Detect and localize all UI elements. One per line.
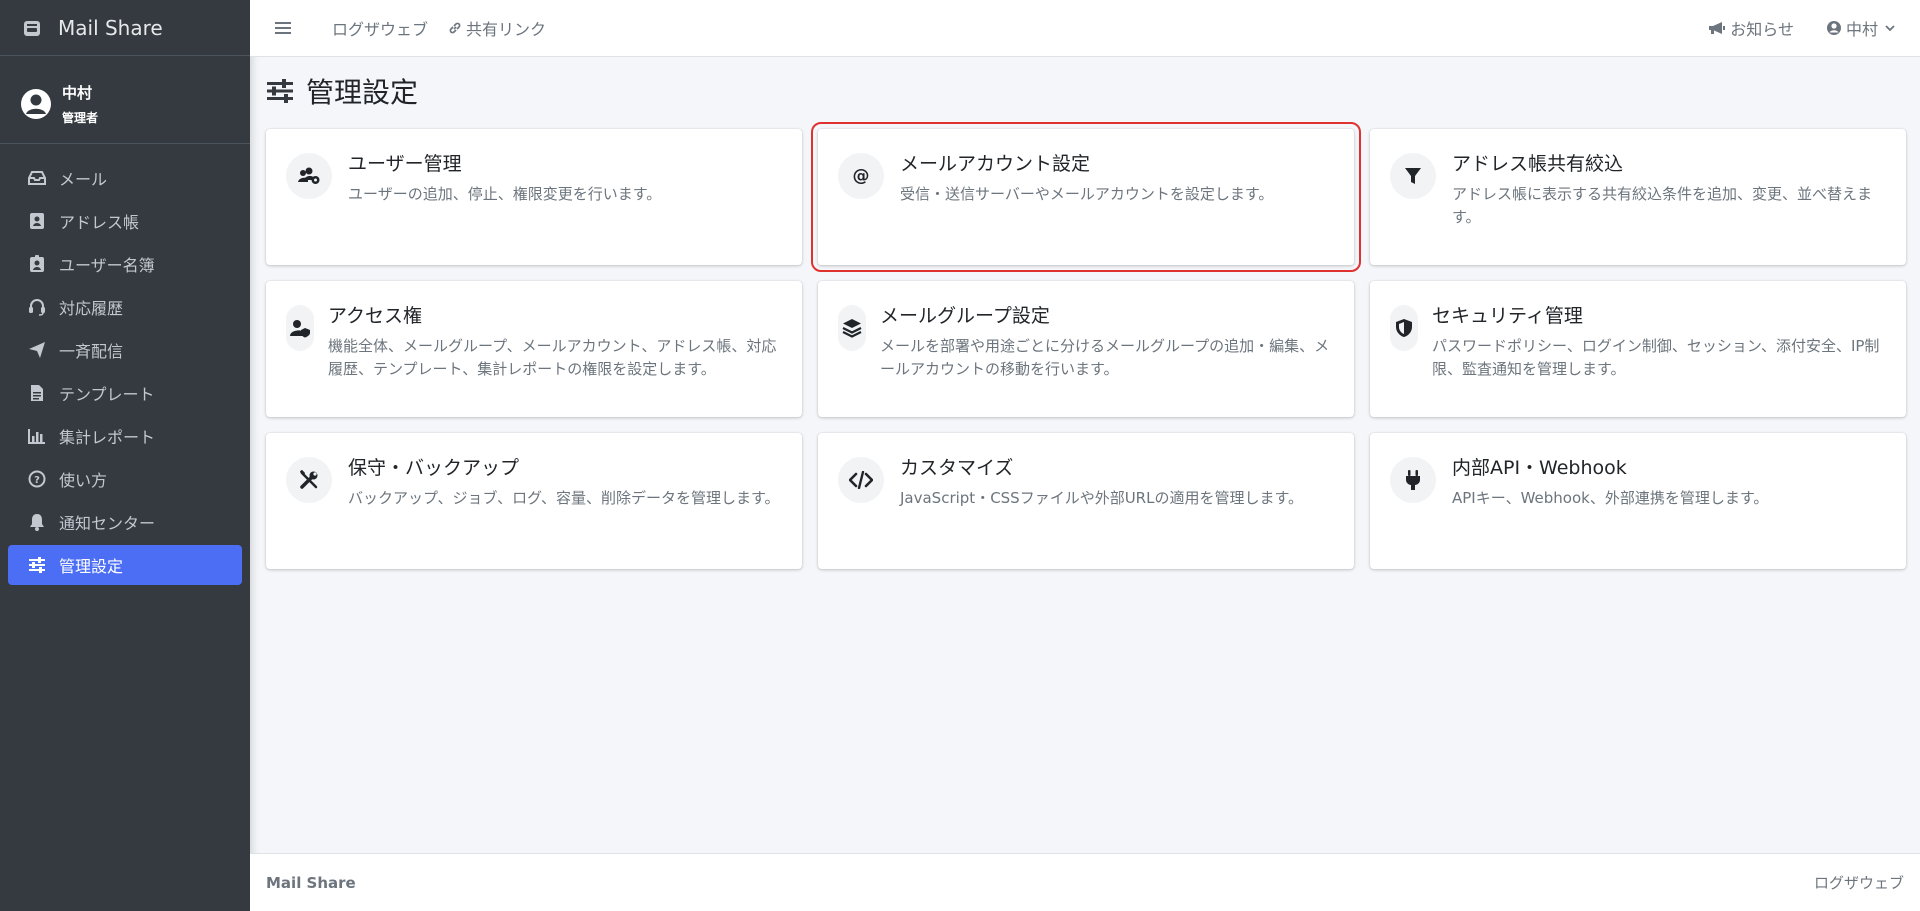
brand-name: Mail Share xyxy=(58,15,163,40)
shield-icon xyxy=(1390,305,1418,351)
card-description: ユーザーの追加、停止、権限変更を行います。 xyxy=(348,185,662,203)
megaphone-icon xyxy=(1709,22,1726,34)
card-title: メールグループ設定 xyxy=(880,305,1050,327)
card-maintenance-backup[interactable]: 保守・バックアップ バックアップ、ジョブ、ログ、容量、削除データを管理します。 xyxy=(266,433,802,569)
sidebar-item-history[interactable]: 対応履歴 xyxy=(8,287,242,327)
sidebar-item-mail[interactable]: メール xyxy=(8,158,242,198)
user-avatar-icon xyxy=(20,88,52,120)
card-user-management[interactable]: ユーザー管理 ユーザーの追加、停止、権限変更を行います。 xyxy=(266,129,802,265)
card-description: APIキー、Webhook、外部連携を管理します。 xyxy=(1452,489,1769,507)
card-title: アドレス帳共有絞込 xyxy=(1452,153,1624,175)
sidebar-item-broadcast[interactable]: 一斉配信 xyxy=(8,330,242,370)
sliders-icon xyxy=(266,76,296,106)
svg-text:?: ? xyxy=(34,475,40,486)
sliders-icon xyxy=(27,555,47,575)
users-cog-icon xyxy=(286,153,332,199)
user-panel[interactable]: 中村 管理者 xyxy=(0,64,250,144)
sidebar-item-notifications[interactable]: 通知センター xyxy=(8,502,242,542)
logthe-web-link[interactable]: ログザウェブ xyxy=(332,16,428,40)
user-shield-icon xyxy=(286,305,314,351)
card-title: メールアカウント設定 xyxy=(900,153,1091,175)
share-link-label: 共有リンク xyxy=(466,20,547,39)
page-title: 管理設定 xyxy=(266,71,418,111)
sidebar-item-label: 管理設定 xyxy=(59,557,124,576)
card-description: メールを部署や用途ごとに分けるメールグループの追加・編集、メールアカウントの移動… xyxy=(880,337,1330,378)
card-description: 受信・送信サーバーやメールアカウントを設定します。 xyxy=(900,185,1274,203)
brand-link[interactable]: Mail Share xyxy=(0,0,250,56)
sidebar-item-label: メール xyxy=(59,170,108,189)
settings-grid: ユーザー管理 ユーザーの追加、停止、権限変更を行います。 @ メールアカウント設… xyxy=(266,122,1906,569)
card-title: セキュリティ管理 xyxy=(1432,305,1583,327)
footer-brand: Mail Share xyxy=(266,873,356,892)
mail-box-icon xyxy=(22,16,46,40)
id-badge-icon xyxy=(27,254,47,274)
tools-icon xyxy=(286,457,332,503)
card-description: 機能全体、メールグループ、メールアカウント、アドレス帳、対応履歴、テンプレート、… xyxy=(328,337,777,378)
layers-icon xyxy=(838,305,866,351)
sidebar-item-label: テンプレート xyxy=(59,385,155,404)
share-link[interactable]: 共有リンク xyxy=(448,16,546,40)
filter-icon xyxy=(1390,153,1436,199)
sidebar-item-label: 一斉配信 xyxy=(59,342,124,361)
headset-icon xyxy=(27,297,47,317)
sidebar-item-label: ユーザー名簿 xyxy=(59,256,155,275)
card-description: JavaScript・CSSファイルや外部URLの適用を管理します。 xyxy=(900,489,1303,507)
notice-link[interactable]: お知らせ xyxy=(1708,16,1794,40)
user-role: 管理者 xyxy=(62,110,99,125)
card-address-book-filter[interactable]: アドレス帳共有絞込 アドレス帳に表示する共有絞込条件を追加、変更、並べ替えます。 xyxy=(1370,129,1906,265)
card-description: アドレス帳に表示する共有絞込条件を追加、変更、並べ替えます。 xyxy=(1452,185,1873,226)
user-menu[interactable]: 中村 xyxy=(1826,16,1900,40)
link-icon xyxy=(449,22,461,34)
card-internal-api-webhook[interactable]: 内部API・Webhook APIキー、Webhook、外部連携を管理します。 xyxy=(1370,433,1906,569)
card-title: ユーザー管理 xyxy=(348,153,462,175)
card-mail-group-settings[interactable]: メールグループ設定 メールを部署や用途ごとに分けるメールグループの追加・編集、メ… xyxy=(818,281,1354,417)
sidebar-item-label: 対応履歴 xyxy=(59,299,124,318)
sidebar-item-label: アドレス帳 xyxy=(59,213,140,232)
sidebar-nav: メール アドレス帳 ユーザー名簿 対応履歴 一斉配信 テンプレート 集計レポート… xyxy=(0,144,250,585)
svg-text:@: @ xyxy=(853,166,870,186)
file-icon xyxy=(27,383,47,403)
card-access-rights[interactable]: アクセス権 機能全体、メールグループ、メールアカウント、アドレス帳、対応履歴、テ… xyxy=(266,281,802,417)
bell-icon xyxy=(27,512,47,532)
notice-label: お知らせ xyxy=(1730,20,1794,39)
top-navbar: ログザウェブ 共有リンク お知らせ 中村 xyxy=(250,0,1920,57)
code-icon xyxy=(838,457,884,503)
card-description: パスワードポリシー、ログイン制御、セッション、添付安全、IP制限、監査通知を管理… xyxy=(1432,337,1880,378)
at-sign-icon: @ xyxy=(838,153,884,199)
paper-plane-icon xyxy=(27,340,47,360)
bar-chart-icon xyxy=(27,426,47,446)
main-content: 管理設定 ユーザー管理 ユーザーの追加、停止、権限変更を行います。 @ メールア… xyxy=(250,57,1920,853)
sidebar-item-label: 集計レポート xyxy=(59,428,156,447)
card-security-management[interactable]: セキュリティ管理 パスワードポリシー、ログイン制御、セッション、添付安全、IP制… xyxy=(1370,281,1906,417)
sidebar-item-address-book[interactable]: アドレス帳 xyxy=(8,201,242,241)
sidebar-item-label: 通知センター xyxy=(59,514,156,533)
sidebar: Mail Share 中村 管理者 メール アドレス帳 ユーザー名簿 対応履歴 xyxy=(0,0,250,911)
sidebar-item-user-directory[interactable]: ユーザー名簿 xyxy=(8,244,242,284)
card-title: アクセス権 xyxy=(328,305,423,327)
address-book-icon xyxy=(27,211,47,231)
sidebar-item-report[interactable]: 集計レポート xyxy=(8,416,242,456)
card-title: カスタマイズ xyxy=(900,457,1014,479)
footer: Mail Share ログザウェブ xyxy=(250,853,1920,911)
user-menu-label: 中村 xyxy=(1845,20,1878,39)
page-title-text: 管理設定 xyxy=(306,76,419,109)
sidebar-item-admin-settings[interactable]: 管理設定 xyxy=(8,545,242,585)
logthe-web-label: ログザウェブ xyxy=(332,20,429,39)
card-title: 内部API・Webhook xyxy=(1452,457,1627,479)
question-circle-icon: ? xyxy=(27,469,47,489)
sidebar-item-label: 使い方 xyxy=(59,471,108,490)
inbox-icon xyxy=(27,168,47,188)
plug-icon xyxy=(1390,457,1436,503)
card-description: バックアップ、ジョブ、ログ、容量、削除データを管理します。 xyxy=(348,489,780,507)
user-circle-icon xyxy=(1826,21,1841,35)
sidebar-item-template[interactable]: テンプレート xyxy=(8,373,242,413)
card-customize[interactable]: カスタマイズ JavaScript・CSSファイルや外部URLの適用を管理します… xyxy=(818,433,1354,569)
footer-link[interactable]: ログザウェブ xyxy=(1814,872,1904,893)
user-name: 中村 xyxy=(62,83,93,102)
menu-toggle-icon[interactable] xyxy=(272,17,294,39)
chevron-down-icon xyxy=(1885,25,1895,32)
sidebar-item-help[interactable]: ? 使い方 xyxy=(8,459,242,499)
card-title: 保守・バックアップ xyxy=(348,457,520,479)
card-mail-account-settings[interactable]: @ メールアカウント設定 受信・送信サーバーやメールアカウントを設定します。 xyxy=(811,122,1361,272)
